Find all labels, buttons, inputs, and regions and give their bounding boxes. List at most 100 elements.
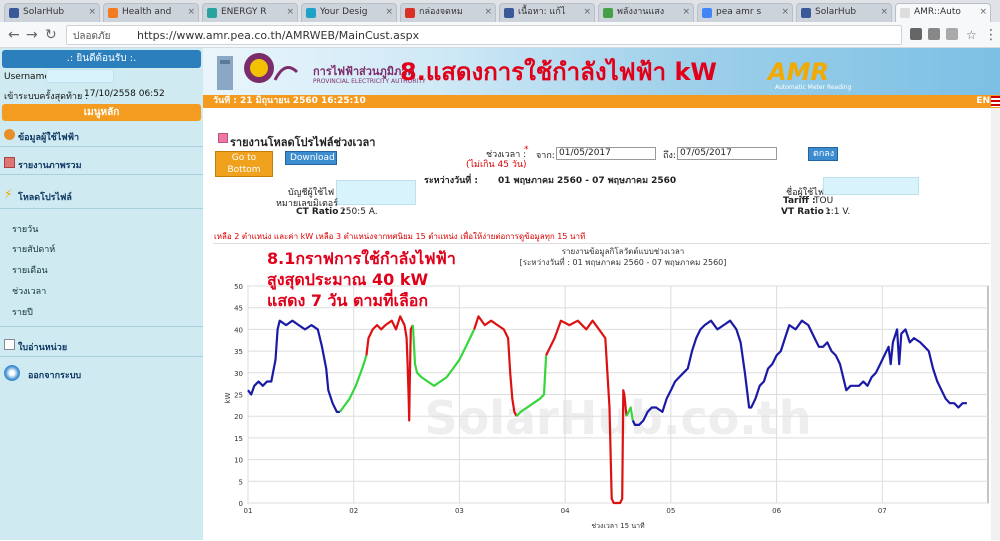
menu-bill[interactable]: ใบอ่านหน่วย (4, 339, 67, 354)
divider (0, 208, 203, 209)
browser-tab[interactable]: กล่องจดหม × (400, 3, 496, 22)
browser-tab-bar: SolarHub × Health and × ENERGY R × Your Desig ×… (0, 0, 1000, 22)
ok-button[interactable]: ตกลง (808, 147, 838, 161)
header-banner: การไฟฟ้าส่วนภูมิภาค PROVINCIAL ELECTRICI… (203, 48, 1000, 95)
reload-icon[interactable]: ↻ (45, 27, 57, 43)
sidebar: .: ยินดีต้อนรับ :. Username : เข้าระบบคร… (0, 48, 203, 540)
sub-item-weekly[interactable]: รายสัปดาห์ (12, 242, 55, 256)
browser-tab[interactable]: Your Desig × (301, 3, 397, 22)
browser-tab[interactable]: Health and × (103, 3, 199, 22)
bolt-icon: ⚡ (4, 187, 13, 201)
extension-icon[interactable] (910, 28, 922, 40)
to-label: ถึง: (663, 151, 676, 161)
tab-label: Your Desig (320, 7, 368, 17)
divider (0, 326, 203, 327)
tab-close-icon[interactable]: × (286, 4, 294, 21)
menu-label: โหลดโปรไฟล์ (18, 193, 72, 203)
url-input[interactable]: ปลอดภัย https://www.amr.pea.co.th/AMRWEB… (66, 25, 902, 45)
tab-close-icon[interactable]: × (880, 4, 888, 21)
browser-tab[interactable]: พลังงานแสง × (598, 3, 694, 22)
welcome-banner: .: ยินดีต้อนรับ :. (2, 50, 201, 68)
menu-load-profile[interactable]: ⚡ โหลดโปรไฟล์ (4, 187, 72, 204)
vt-ratio-label: VT Ratio : (781, 207, 831, 217)
download-button[interactable]: Download (285, 151, 337, 165)
chart-annotation: 8.1กราฟการใช้กำลังไฟฟ้า สูงสุดประมาณ 40 … (267, 248, 456, 311)
menu-overview-report[interactable]: รายงานภาพรวม (4, 157, 82, 172)
extension-icon[interactable] (946, 28, 958, 40)
amr-subtitle: Automatic Meter Reading (775, 84, 852, 91)
between-label: ระหว่างวันที่ : (424, 176, 478, 186)
secure-label: ปลอดภัย (73, 31, 111, 42)
tab-close-icon[interactable]: × (484, 4, 492, 21)
tab-favicon-icon (603, 8, 613, 18)
tab-close-icon[interactable]: × (979, 4, 987, 21)
tab-label: กล่องจดหม (419, 7, 463, 17)
browser-tab[interactable]: ENERGY R × (202, 3, 298, 22)
tab-favicon-icon (702, 8, 712, 18)
tab-close-icon[interactable]: × (583, 4, 591, 21)
tab-favicon-icon (900, 8, 910, 18)
tab-close-icon[interactable]: × (88, 4, 96, 21)
tab-close-icon[interactable]: × (187, 4, 195, 21)
annotation-line-3: แสดง 7 วัน ตามที่เลือก (267, 291, 429, 310)
extension-icon[interactable] (928, 28, 940, 40)
flag-icon[interactable] (991, 96, 1000, 107)
y-tick-label: 5 (239, 478, 243, 486)
tab-close-icon[interactable]: × (682, 4, 690, 21)
page-title: รายงานโหลดโปรไฟล์ช่วงเวลา (230, 136, 376, 149)
menu-user-info[interactable]: ข้อมูลผู้ใช้ไฟฟ้า (4, 129, 80, 144)
y-tick-label: 45 (234, 305, 243, 313)
scrollbar[interactable] (991, 108, 1000, 540)
between-value: 01 พฤษภาคม 2560 - 07 พฤษภาคม 2560 (498, 176, 677, 186)
browser-tab[interactable]: SolarHub × (796, 3, 892, 22)
current-date: วันที่ : 21 มิถุนายน 2560 16:25:10 (213, 96, 366, 106)
browser-tab[interactable]: เนื้อหา: แก้ไ × (499, 3, 595, 22)
divider (0, 356, 203, 357)
browser-tab[interactable]: SolarHub × (4, 3, 100, 22)
menu-logout[interactable]: ออกจากระบบ (4, 365, 81, 382)
range-limit-note: (ไม่เกิน 45 วัน) (466, 160, 527, 170)
x-tick-label: 01 (244, 507, 253, 515)
tab-favicon-icon (306, 8, 316, 18)
go-to-bottom-button[interactable]: Go to Bottom (215, 151, 273, 177)
back-icon[interactable]: ← (8, 27, 20, 43)
y-tick-label: 20 (234, 413, 243, 421)
menu-label: ข้อมูลผู้ใช้ไฟฟ้า (18, 133, 80, 143)
date-strip: วันที่ : 21 มิถุนายน 2560 16:25:10 EN (203, 95, 1000, 108)
tab-label: ENERGY R (221, 7, 267, 17)
tariff-value: TOU (814, 196, 834, 206)
redacted-account (336, 180, 416, 205)
pea-logo (217, 53, 299, 90)
logout-icon (4, 365, 20, 381)
from-date-input[interactable]: 01/05/2017 (556, 147, 656, 160)
url-text: https://www.amr.pea.co.th/AMRWEB/MainCus… (137, 29, 420, 42)
ct-ratio-label: CT Ratio : (296, 207, 346, 217)
browser-tab[interactable]: AMR::Auto × (895, 3, 991, 22)
x-tick-label: 04 (561, 507, 570, 515)
bookmark-star-icon[interactable]: ☆ (966, 27, 977, 43)
ct-ratio-value: 250:5 A. (340, 207, 378, 217)
sub-item-yearly[interactable]: รายปี (12, 305, 33, 319)
tab-close-icon[interactable]: × (781, 4, 789, 21)
sub-item-daily[interactable]: รายวัน (12, 222, 38, 236)
annotation-line-1: 8.1กราฟการใช้กำลังไฟฟ้า (267, 249, 456, 268)
language-link[interactable]: EN (976, 95, 990, 108)
to-date-input[interactable]: 07/05/2017 (677, 147, 777, 160)
chart-subtitle: [ระหว่างวันที่ : 01 พฤษภาคม 2560 - 07 พฤ… (520, 256, 727, 267)
y-tick-label: 10 (234, 457, 243, 465)
y-tick-label: 35 (234, 348, 243, 356)
sub-item-monthly[interactable]: รายเดือน (12, 263, 48, 277)
forward-icon[interactable]: → (26, 27, 38, 43)
browser-tab[interactable]: pea amr s × (697, 3, 793, 22)
tab-label: SolarHub (23, 7, 65, 17)
sub-item-period[interactable]: ช่วงเวลา (12, 284, 46, 298)
envelope-icon (4, 339, 15, 350)
annotation-title: 8.แสดงการใช้กำลังไฟฟ้า kW (400, 58, 717, 86)
vt-ratio-value: 1:1 V. (825, 207, 851, 217)
divider (0, 174, 203, 175)
tab-favicon-icon (405, 8, 415, 18)
from-label: จาก: (536, 151, 555, 161)
tab-close-icon[interactable]: × (385, 4, 393, 21)
tab-label: พลังงานแสง (617, 7, 665, 17)
menu-icon[interactable]: ⋮ (984, 27, 998, 43)
